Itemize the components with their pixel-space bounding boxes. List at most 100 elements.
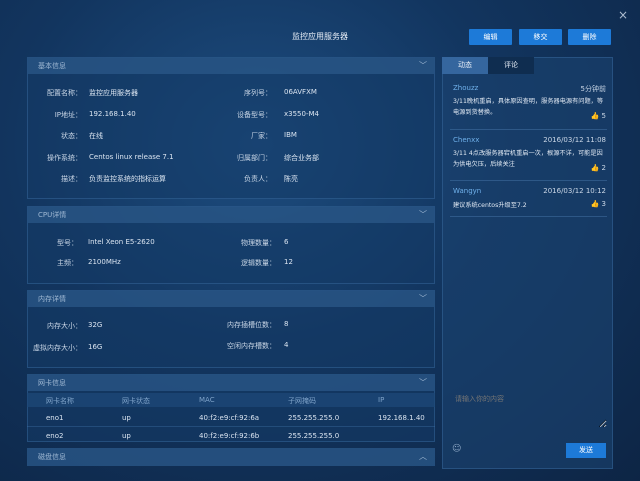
virtual-memory-value: 16G [88, 343, 103, 351]
description-label: 描述： [61, 175, 82, 183]
like-button[interactable]: 👍 2 [591, 164, 606, 172]
free-slots-value: 4 [284, 341, 289, 349]
table-row: eno1 up 40:f2:e9:cf:92:6a 255.255.255.0 … [27, 410, 435, 427]
comment-time: 2016/03/12 11:08 [543, 136, 606, 144]
thumb-up-icon: 👍 [590, 112, 600, 120]
logical-count-value: 12 [284, 258, 293, 266]
cpu-model-value: Intel Xeon E5-2620 [88, 238, 155, 246]
status-value: 在线 [89, 132, 103, 140]
delete-button[interactable]: 删除 [568, 29, 611, 45]
divider [450, 180, 607, 181]
nic-name: eno1 [46, 414, 64, 422]
comment-text: 3/11 4点改服务器宕机重启一次，根源不详，可能是因为供电欠压，后续关注 [453, 150, 603, 168]
emoji-icon[interactable]: ☺ [452, 444, 462, 454]
like-count: 2 [601, 164, 606, 172]
frequency-label: 主频： [57, 259, 78, 267]
description-value: 负责监控系统的指标运算 [89, 175, 166, 183]
like-count: 3 [601, 200, 606, 208]
comment-username[interactable]: Chenxx [453, 136, 479, 144]
department-label: 归属部门： [237, 154, 272, 162]
chevron-down-icon[interactable]: ﹀ [419, 377, 427, 388]
like-button[interactable]: 👍 3 [591, 200, 606, 208]
transfer-button[interactable]: 移交 [519, 29, 562, 45]
ip-label: IP地址： [54, 111, 82, 119]
model-value: x3550-M4 [284, 110, 319, 118]
owner-label: 负责人： [244, 175, 272, 183]
owner-value: 陈亮 [284, 175, 298, 183]
chevron-down-icon[interactable]: ﹀ [419, 293, 427, 304]
comment-input[interactable] [449, 388, 607, 428]
status-label: 状态： [61, 132, 82, 140]
comment-username[interactable]: Wangyn [453, 187, 481, 195]
close-icon[interactable]: × [617, 9, 629, 21]
cpu-title: CPU详情 [38, 211, 67, 219]
os-label: 操作系统： [47, 154, 82, 162]
memory-header[interactable]: 内存详情 ﹀ [28, 291, 434, 307]
nic-mac: 40:f2:e9:cf:92:6b [199, 432, 260, 440]
basic-info-title: 基本信息 [38, 62, 66, 70]
comment-text: 建议系统centos升级至7.2 [453, 202, 527, 209]
physical-count-label: 物理数量： [241, 239, 276, 247]
thumb-up-icon: 👍 [590, 200, 600, 208]
nic-col-mask: 子网掩码 [288, 397, 316, 405]
ip-value: 192.168.1.40 [89, 110, 136, 118]
config-name-label: 配置名称： [47, 89, 82, 97]
nic-header[interactable]: 网卡信息 ﹀ [28, 375, 434, 391]
logical-count-label: 逻辑数量： [241, 259, 276, 267]
nic-status: up [122, 432, 131, 440]
model-label: 设备型号： [237, 111, 272, 119]
send-button[interactable]: 发送 [566, 443, 606, 458]
cpu-model-label: 型号： [57, 239, 78, 247]
disk-title: 磁盘信息 [38, 453, 66, 461]
comment-username[interactable]: Zhouzz [453, 84, 478, 92]
serial-value: 06AVFXM [284, 88, 317, 96]
virtual-memory-label: 虚拟内存大小： [33, 344, 82, 352]
like-count: 5 [601, 112, 606, 120]
memory-title: 内存详情 [38, 295, 66, 303]
vendor-value: IBM [284, 131, 297, 139]
nic-mask: 255.255.255.0 [288, 432, 340, 440]
nic-ip: 192.168.1.40 [378, 414, 425, 422]
frequency-value: 2100MHz [88, 258, 121, 266]
nic-table-header: 网卡名称 网卡状态 MAC 子网掩码 IP [27, 393, 435, 407]
memory-size-value: 32G [88, 321, 103, 329]
comment-time: 5分钟前 [580, 85, 606, 93]
nic-col-ip: IP [378, 396, 385, 404]
os-value: Centos linux release 7.1 [89, 153, 174, 161]
divider [27, 426, 435, 427]
divider [450, 216, 607, 217]
comment-time: 2016/03/12 10:12 [543, 187, 606, 195]
divider [450, 129, 607, 130]
chevron-down-icon[interactable]: ﹀ [419, 209, 427, 220]
nic-mask: 255.255.255.0 [288, 414, 340, 422]
nic-name: eno2 [46, 432, 64, 440]
tab-comments[interactable]: 评论 [488, 57, 534, 74]
memory-size-label: 内存大小： [47, 322, 82, 330]
tab-activity[interactable]: 动态 [442, 57, 488, 74]
physical-count-value: 6 [284, 238, 289, 246]
table-row: eno2 up 40:f2:e9:cf:92:6b 255.255.255.0 [27, 428, 435, 445]
basic-info-header[interactable]: 基本信息 ﹀ [28, 58, 434, 74]
nic-col-status: 网卡状态 [122, 397, 150, 405]
chevron-down-icon[interactable]: ﹀ [419, 60, 427, 71]
nic-mac: 40:f2:e9:cf:92:6a [199, 414, 260, 422]
serial-label: 序列号： [244, 89, 272, 97]
config-name-value: 监控应用服务器 [89, 89, 138, 97]
disk-header[interactable]: 磁盘信息 ︿ [28, 449, 434, 466]
memory-slots-value: 8 [284, 320, 289, 328]
nic-title: 网卡信息 [38, 379, 66, 387]
cpu-header[interactable]: CPU详情 ﹀ [28, 207, 434, 223]
memory-slots-label: 内存插槽位数： [227, 321, 276, 329]
free-slots-label: 空闲内存槽数： [227, 342, 276, 350]
like-button[interactable]: 👍 5 [591, 112, 606, 120]
comment-text: 3/11晚机重启，具体原因查明，服务器电源有问题，等电源到货替换。 [453, 98, 604, 116]
nic-col-name: 网卡名称 [46, 397, 74, 405]
chevron-up-icon[interactable]: ︿ [419, 451, 427, 462]
department-value: 综合业务部 [284, 154, 319, 162]
nic-status: up [122, 414, 131, 422]
edit-button[interactable]: 编辑 [469, 29, 512, 45]
thumb-up-icon: 👍 [590, 164, 600, 172]
vendor-label: 厂家： [251, 132, 272, 140]
disk-panel: 磁盘信息 ︿ [27, 448, 435, 466]
nic-col-mac: MAC [199, 396, 215, 404]
